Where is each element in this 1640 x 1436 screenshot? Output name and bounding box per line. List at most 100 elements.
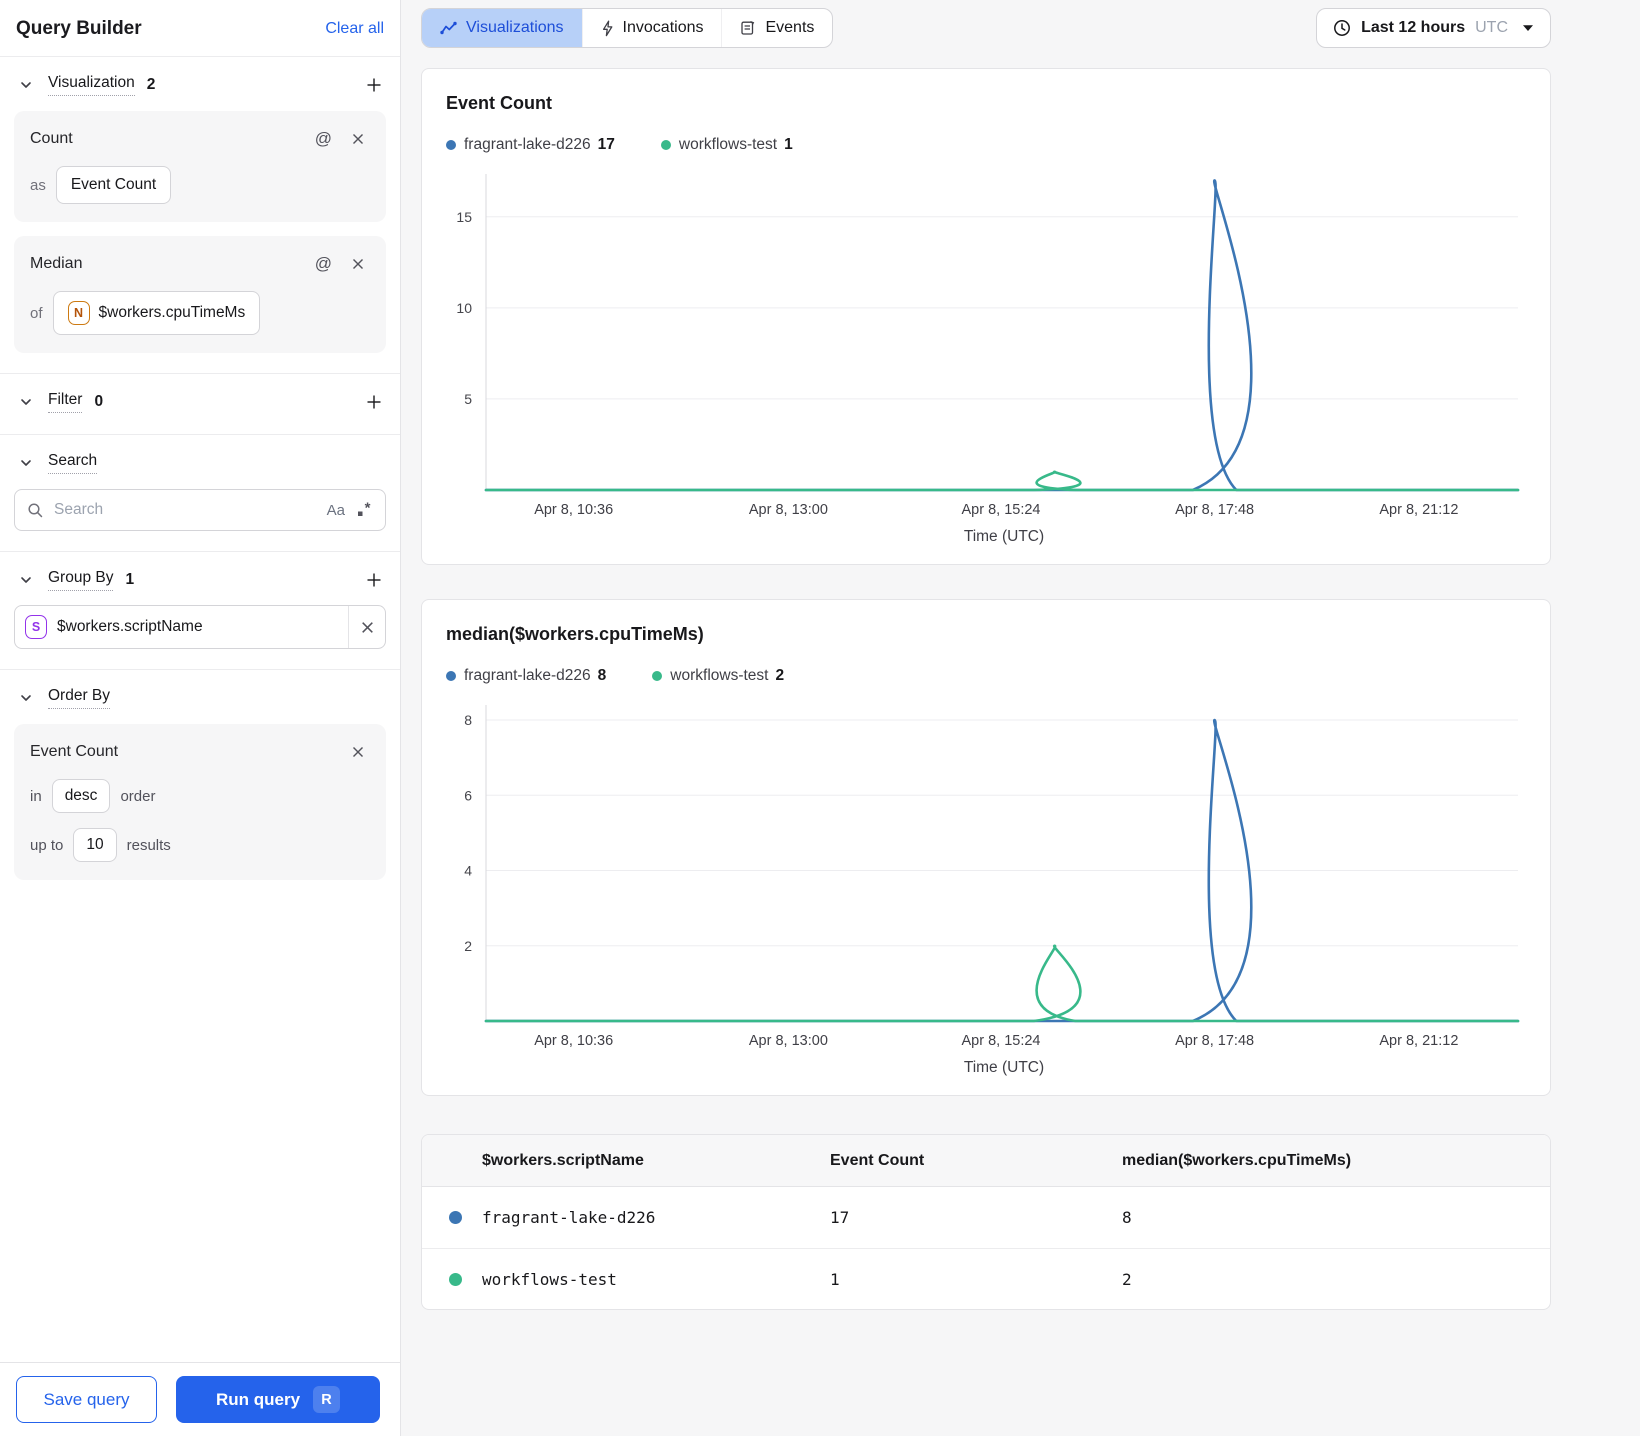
search-section: Search Aa * <box>0 434 400 551</box>
time-range-selector[interactable]: Last 12 hours UTC <box>1316 8 1551 48</box>
at-icon[interactable]: @ <box>315 129 332 149</box>
legend-dot <box>446 140 456 150</box>
limit-input[interactable]: 10 <box>73 828 117 862</box>
sort-direction-selector[interactable]: desc <box>51 779 111 813</box>
legend-item[interactable]: fragrant-lake-d226 17 <box>446 136 615 154</box>
legend-item[interactable]: workflows-test 1 <box>660 136 793 154</box>
chevron-down-icon[interactable] <box>14 686 38 710</box>
visualization-field-selector[interactable]: N $workers.cpuTimeMs <box>52 291 261 335</box>
chevron-down-icon[interactable] <box>14 451 38 475</box>
y-tick-label: 2 <box>464 938 472 954</box>
results-table: $workers.scriptName Event Count median($wo… <box>421 1134 1551 1310</box>
y-tick-label: 15 <box>456 209 472 225</box>
time-range-label: Last 12 hours <box>1361 19 1466 36</box>
event-count-cell: 17 <box>830 1208 850 1227</box>
save-query-button[interactable]: Save query <box>16 1376 157 1423</box>
close-icon[interactable] <box>346 740 370 764</box>
chart-title: median($workers.cpuTimeMs) <box>446 624 704 644</box>
group-by-item[interactable]: S $workers.scriptName <box>14 605 386 649</box>
table-header-row: $workers.scriptName Event Count median($wo… <box>422 1135 1550 1187</box>
chevron-down-icon[interactable] <box>14 73 38 97</box>
x-tick-label: Apr 8, 21:12 <box>1379 1033 1458 1049</box>
run-shortcut-badge: R <box>313 1386 341 1413</box>
at-icon[interactable]: @ <box>315 254 332 274</box>
y-tick-label: 10 <box>456 300 472 316</box>
visualization-section-label: Visualization <box>48 74 135 96</box>
legend-series-name: workflows-test <box>678 136 778 153</box>
number-type-icon: N <box>67 301 90 325</box>
order-label: order <box>120 787 156 805</box>
line-chart[interactable]: 2 4 6 8 Apr 8, 10:36 Apr 8, 13:00 Apr 8, 15:24… <box>446 699 1526 1051</box>
visualization-card-count: Count @ as Event Count <box>14 111 386 222</box>
close-icon[interactable] <box>346 252 370 276</box>
visualization-card-title: Count <box>30 130 73 147</box>
x-tick-label: Apr 8, 15:24 <box>962 1033 1041 1049</box>
series-line <box>484 470 1520 492</box>
visualization-alias-field[interactable]: Event Count <box>55 166 172 204</box>
x-tick-label: Apr 8, 10:36 <box>534 502 613 518</box>
query-actions-footer: Save query Run query R <box>0 1362 400 1436</box>
query-builder-panel: Query Builder Clear all Visualization 2 … <box>0 0 401 1436</box>
chevron-down-icon[interactable] <box>14 390 38 414</box>
search-section-label: Search <box>48 452 98 474</box>
legend-item[interactable]: workflows-test 2 <box>652 667 784 685</box>
view-tabs: Visualizations Invocations Events <box>421 8 834 48</box>
legend-item[interactable]: fragrant-lake-d226 8 <box>446 667 606 685</box>
event-count-cell: 1 <box>830 1269 840 1289</box>
chart-card-median-cputime: median($workers.cpuTimeMs) fragrant-lake… <box>421 599 1551 1096</box>
table-column-header: $workers.scriptName <box>482 1151 644 1169</box>
search-input[interactable] <box>54 501 317 519</box>
line-chart[interactable]: 5 10 15 Apr 8, 10:36 Apr 8, 13:00 Apr 8, 15:2… <box>446 168 1526 520</box>
visualization-card-title: Median <box>30 255 83 272</box>
results-area: Visualizations Invocations Events Last 1… <box>401 0 1640 1436</box>
series-color-dot <box>449 1272 462 1286</box>
visualization-section: Visualization 2 Count @ as Event Count M… <box>0 56 400 373</box>
y-tick-label: 8 <box>464 712 472 728</box>
y-tick-label: 6 <box>464 787 472 803</box>
add-filter-button[interactable] <box>362 390 386 414</box>
chart-title: Event Count <box>446 93 552 113</box>
order-by-field: Event Count <box>30 743 119 760</box>
add-group-by-button[interactable] <box>362 568 386 592</box>
add-visualization-button[interactable] <box>362 73 386 97</box>
order-by-card: Event Count in desc order up to 10 resul… <box>14 724 386 880</box>
tab-invocations[interactable]: Invocations <box>581 9 722 47</box>
of-label: of <box>30 304 43 322</box>
chart-legend: fragrant-lake-d226 17 workflows-test 1 <box>446 136 1526 154</box>
as-label: as <box>30 176 46 194</box>
run-query-button[interactable]: Run query R <box>176 1376 380 1423</box>
legend-series-value: 17 <box>597 136 615 153</box>
median-cell: 2 <box>1122 1269 1132 1289</box>
svg-text:*: * <box>365 501 371 517</box>
filter-count: 0 <box>94 393 104 410</box>
remove-group-by-button[interactable] <box>349 620 385 635</box>
x-tick-label: Apr 8, 13:00 <box>749 502 828 518</box>
script-name-cell: workflows-test <box>482 1269 617 1289</box>
group-by-count: 1 <box>125 571 135 588</box>
x-tick-label: Apr 8, 10:36 <box>534 1033 613 1049</box>
tab-events[interactable]: Events <box>721 9 832 47</box>
table-row[interactable]: workflows-test 1 2 <box>422 1248 1550 1309</box>
clear-all-link[interactable]: Clear all <box>325 20 384 38</box>
search-field: Aa * <box>14 489 386 531</box>
table-row[interactable]: fragrant-lake-d226 17 8 <box>422 1187 1550 1248</box>
tab-visualizations[interactable]: Visualizations <box>422 9 582 47</box>
table-column-header: median($workers.cpuTimeMs) <box>1122 1151 1352 1169</box>
caret-down-icon <box>1522 24 1534 32</box>
events-icon <box>740 20 756 36</box>
in-label: in <box>30 787 42 805</box>
x-tick-label: Apr 8, 17:48 <box>1175 502 1254 518</box>
chevron-down-icon[interactable] <box>14 568 38 592</box>
x-axis-title: Time (UTC) <box>963 528 1045 545</box>
group-by-section: Group By 1 S $workers.scriptName <box>0 551 400 669</box>
clock-icon <box>1333 19 1351 37</box>
series-line <box>484 179 1520 492</box>
match-case-icon[interactable]: Aa <box>327 502 345 519</box>
string-type-icon: S <box>25 615 47 639</box>
legend-series-name: fragrant-lake-d226 <box>464 136 591 153</box>
series-color-dot <box>449 1211 462 1224</box>
close-icon[interactable] <box>346 127 370 151</box>
legend-dot <box>446 671 456 681</box>
timezone-label: UTC <box>1475 19 1508 36</box>
regex-icon[interactable]: * <box>355 501 373 519</box>
